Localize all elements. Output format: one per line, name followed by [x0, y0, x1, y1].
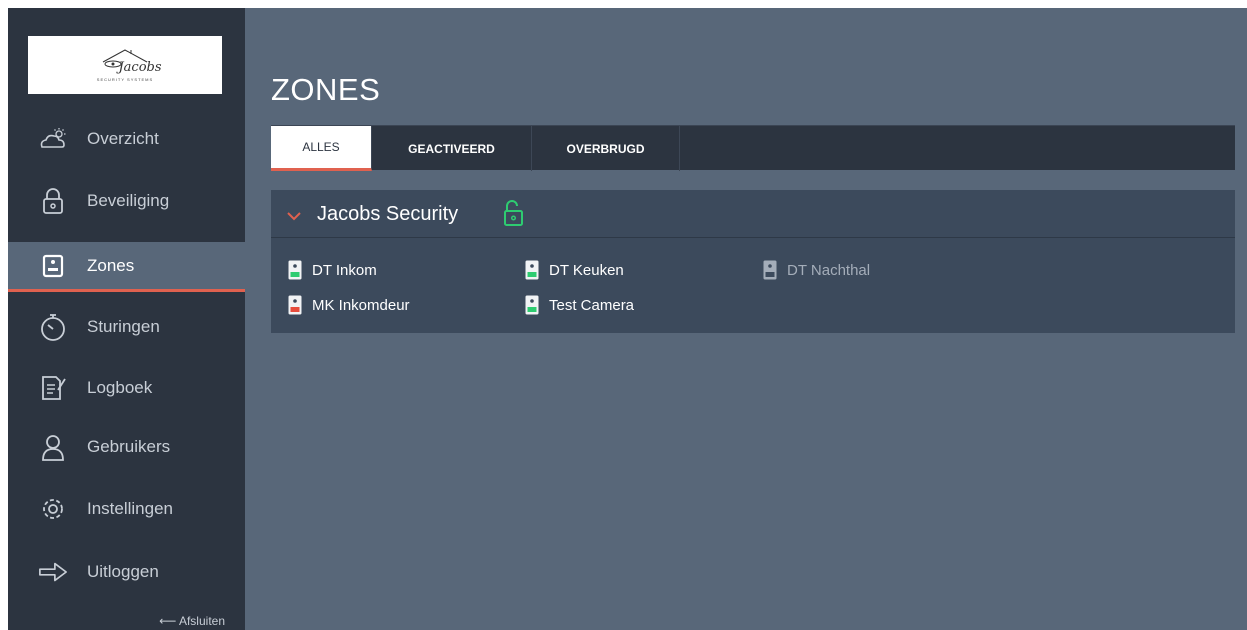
sidebar-item-label: Overzicht — [87, 129, 159, 148]
chevron-down-icon[interactable] — [287, 208, 301, 226]
zone-label: DT Nachthal — [787, 261, 871, 279]
sidebar-item-logboek[interactable]: Logboek — [8, 363, 245, 413]
sidebar-item-sturingen[interactable]: Sturingen — [8, 302, 245, 352]
zone-item-dt-keuken[interactable]: DT Keuken — [525, 259, 624, 281]
zone-group-panel: Jacobs Security DT Inkom DT Keuken DT Na… — [271, 190, 1235, 333]
sidebar-item-instellingen[interactable]: Instellingen — [8, 484, 245, 534]
sidebar-item-label: Gebruikers — [87, 437, 171, 456]
user-icon — [38, 432, 68, 462]
sidebar-item-gebruikers[interactable]: Gebruikers — [8, 422, 245, 472]
timer-icon — [38, 312, 68, 342]
zone-item-test-camera[interactable]: Test Camera — [525, 294, 634, 316]
lock-icon — [38, 186, 68, 216]
zone-inactive-icon — [763, 260, 777, 280]
logbook-icon — [38, 373, 68, 403]
zone-ok-icon — [288, 260, 302, 280]
page-title: ZONES — [271, 72, 381, 107]
zone-label: MK Inkomdeur — [312, 296, 410, 314]
zone-item-mk-inkomdeur[interactable]: MK Inkomdeur — [288, 294, 410, 316]
sidebar-item-label: Zones — [87, 255, 135, 275]
zone-label: DT Keuken — [549, 261, 624, 279]
tab-geactiveerd[interactable]: GEACTIVEERD — [372, 126, 532, 171]
close-link[interactable]: ⟵ Afsluiten — [159, 614, 225, 628]
sidebar-item-label: Sturingen — [87, 317, 160, 336]
sidebar-item-zones[interactable]: Zones — [8, 242, 245, 292]
zone-sensor-icon — [38, 251, 68, 281]
logo-tagline: SECURITY SYSTEMS — [96, 77, 154, 82]
tab-bar: ALLES GEACTIVEERD OVERBRUGD — [271, 125, 1235, 171]
zone-group-header[interactable]: Jacobs Security — [271, 190, 1235, 238]
app-window: Jacobs SECURITY SYSTEMS Overzicht Beveil… — [8, 8, 1247, 630]
logout-arrow-icon — [38, 557, 68, 587]
logo-text: Jacobs — [118, 60, 162, 75]
zone-ok-icon — [525, 295, 539, 315]
weather-icon — [38, 124, 68, 154]
zone-label: DT Inkom — [312, 261, 377, 279]
zone-group-name: Jacobs Security — [317, 203, 459, 225]
sidebar-item-uitloggen[interactable]: Uitloggen — [8, 547, 245, 597]
logo: Jacobs SECURITY SYSTEMS — [28, 36, 222, 94]
tab-alles[interactable]: ALLES — [271, 126, 372, 171]
sidebar-item-label: Logboek — [87, 378, 153, 397]
zone-label: Test Camera — [549, 296, 635, 314]
sidebar-item-overzicht[interactable]: Overzicht — [8, 114, 245, 164]
zone-alarm-icon — [288, 295, 302, 315]
zone-ok-icon — [525, 260, 539, 280]
zone-item-dt-inkom[interactable]: DT Inkom — [288, 259, 377, 281]
zone-item-dt-nachthal[interactable]: DT Nachthal — [763, 259, 870, 281]
unlocked-lock-icon[interactable] — [502, 199, 524, 232]
tab-overbrugd[interactable]: OVERBRUGD — [532, 126, 680, 171]
sidebar: Jacobs SECURITY SYSTEMS Overzicht Beveil… — [8, 8, 245, 630]
sidebar-item-label: Uitloggen — [87, 562, 159, 581]
sidebar-item-beveiliging[interactable]: Beveiliging — [8, 176, 245, 226]
gear-icon — [38, 494, 68, 524]
sidebar-item-label: Beveiliging — [87, 191, 170, 210]
sidebar-item-label: Instellingen — [87, 499, 174, 518]
